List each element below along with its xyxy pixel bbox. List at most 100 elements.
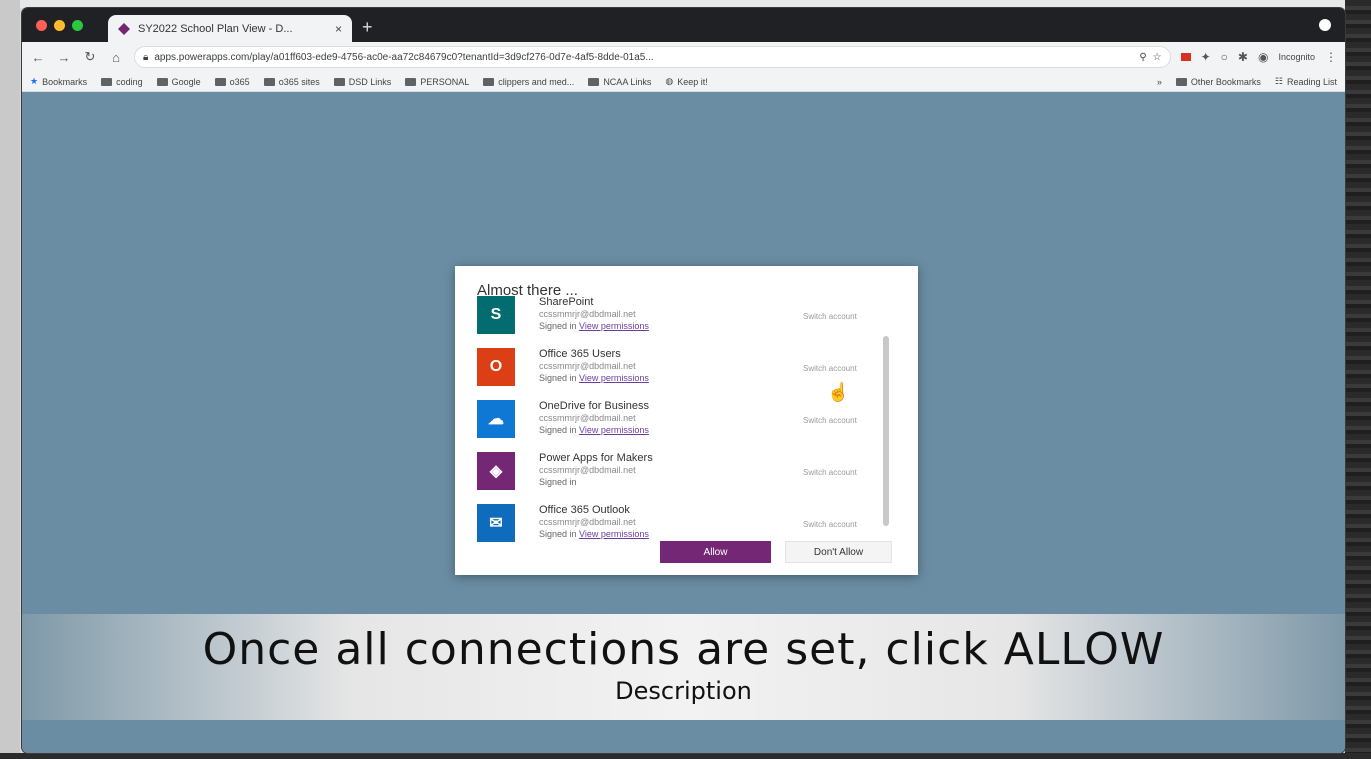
bookmark-item[interactable]: NCAA Links xyxy=(588,77,651,87)
bookmark-label: DSD Links xyxy=(348,76,392,87)
bookmark-item[interactable]: PERSONAL xyxy=(405,77,469,87)
bookmark-item[interactable]: o365 sites xyxy=(263,77,320,87)
connection-email: ccssmmrjr@dbdmail.net xyxy=(539,413,636,423)
extension-puzzle-icon[interactable]: ✦ xyxy=(1201,50,1211,64)
bookmark-item[interactable]: ◍ Keep it! xyxy=(665,76,707,87)
connection-status: Signed in View permissions xyxy=(539,372,769,384)
bookmarks-overflow-button[interactable]: » xyxy=(1157,77,1162,87)
switch-account-link[interactable]: Switch account xyxy=(803,416,857,425)
view-permissions-link[interactable]: View permissions xyxy=(579,529,649,539)
connection-info: Office 365 Users ccssmmrjr@dbdmail.net S… xyxy=(539,348,769,384)
switch-account-link[interactable]: Switch account xyxy=(803,520,857,529)
folder-icon xyxy=(263,77,275,86)
bookmark-label: Other Bookmarks xyxy=(1190,76,1261,87)
close-window-button[interactable] xyxy=(36,20,47,31)
connection-info: Power Apps for Makers ccssmmrjr@dbdmail.… xyxy=(539,452,769,488)
reading-list[interactable]: ☷ Reading List xyxy=(1275,76,1337,87)
connection-info: SharePoint ccssmmrjr@dbdmail.net Signed … xyxy=(539,296,769,332)
onedrive-icon: ☁ xyxy=(477,400,515,438)
background-left xyxy=(0,0,20,759)
caption-banner: Once all connections are set, click ALLO… xyxy=(22,614,1345,720)
new-tab-button[interactable]: + xyxy=(362,17,373,38)
tab-close-icon[interactable]: × xyxy=(335,22,342,36)
bookmark-label: NCAA Links xyxy=(603,76,652,87)
incognito-icon: ◉ xyxy=(1257,50,1269,64)
connection-info: OneDrive for Business ccssmmrjr@dbdmail.… xyxy=(539,400,769,436)
caption-title: Once all connections are set, click ALLO… xyxy=(202,624,1165,675)
extension-circle-icon[interactable]: ○ xyxy=(1221,50,1228,64)
menu-icon[interactable]: ⋮ xyxy=(1325,50,1337,64)
bookmark-label: Keep it! xyxy=(677,76,708,87)
bookmark-item[interactable]: coding xyxy=(101,77,143,87)
address-bar[interactable]: 🔒︎ apps.powerapps.com/play/a01ff603-ede9… xyxy=(134,46,1171,68)
star-icon: ★ xyxy=(30,76,39,86)
view-permissions-link[interactable]: View permissions xyxy=(579,425,649,435)
view-permissions-link[interactable]: View permissions xyxy=(579,373,649,383)
bookmark-item[interactable]: Google xyxy=(156,77,201,87)
extension-red-icon[interactable] xyxy=(1180,53,1191,61)
connection-email: ccssmmrjr@dbdmail.net xyxy=(539,517,636,527)
connection-name: Office 365 Users xyxy=(539,348,621,360)
bookmarks-bar: ★ Bookmarks coding Google o365 o365 sites… xyxy=(22,72,1345,92)
signed-in-label: Signed in xyxy=(539,529,577,539)
connection-status: Signed in xyxy=(539,476,769,488)
connection-item: ◈ Power Apps for Makers ccssmmrjr@dbdmai… xyxy=(477,452,877,504)
extensions-area: ✦ ○ ✱ ◉ Incognito ⋮ xyxy=(1180,50,1337,64)
connection-email: ccssmmrjr@dbdmail.net xyxy=(539,309,636,319)
back-icon[interactable]: ← xyxy=(30,50,46,65)
incognito-label: Incognito xyxy=(1278,52,1315,62)
dialog-title: Almost there ... xyxy=(477,282,578,299)
switch-account-link[interactable]: Switch account xyxy=(803,468,857,477)
tab-bar: SY2022 School Plan View - D... × + xyxy=(22,8,1345,42)
bookmark-item[interactable]: o365 xyxy=(214,76,250,87)
connection-item: S SharePoint ccssmmrjr@dbdmail.net Signe… xyxy=(477,296,877,348)
other-bookmarks[interactable]: Other Bookmarks xyxy=(1175,76,1261,87)
browser-tab[interactable]: SY2022 School Plan View - D... × xyxy=(108,15,352,42)
background-right xyxy=(1345,0,1371,759)
view-permissions-link[interactable]: View permissions xyxy=(579,321,649,331)
lock-icon: 🔒︎ xyxy=(143,51,149,63)
connection-status: Signed in View permissions xyxy=(539,424,769,436)
forward-icon[interactable]: → xyxy=(56,50,72,65)
pointer-cursor-icon: ☝ xyxy=(827,382,850,402)
reading-list-icon: ☷ xyxy=(1274,76,1283,86)
dont-allow-button[interactable]: Don't Allow xyxy=(785,541,892,563)
consent-dialog: S SharePoint ccssmmrjr@dbdmail.net Signe… xyxy=(455,266,918,575)
connection-status: Signed in View permissions xyxy=(539,320,769,332)
bookmark-label: Bookmarks xyxy=(42,76,88,87)
signed-in-label: Signed in xyxy=(539,373,577,383)
home-icon[interactable]: ⌂ xyxy=(108,50,124,65)
browser-window: SY2022 School Plan View - D... × + ← → ↻… xyxy=(22,8,1345,753)
extension-pin-icon[interactable]: ✱ xyxy=(1238,50,1248,64)
minimize-window-button[interactable] xyxy=(54,20,65,31)
background-bottom xyxy=(0,753,1371,759)
zoom-icon[interactable]: ⚲ xyxy=(1139,52,1146,63)
reload-icon[interactable]: ↻ xyxy=(82,49,98,65)
allow-button[interactable]: Allow xyxy=(660,541,771,563)
url-text: apps.powerapps.com/play/a01ff603-ede9-47… xyxy=(154,51,654,63)
folder-icon xyxy=(101,77,113,86)
switch-account-link[interactable]: Switch account xyxy=(803,312,857,321)
office365-icon: O xyxy=(477,348,515,386)
switch-account-link[interactable]: Switch account xyxy=(803,364,857,373)
connection-status: Signed in View permissions xyxy=(539,528,769,540)
powerapps-icon: ◈ xyxy=(477,452,515,490)
bookmark-label: Reading List xyxy=(1286,76,1337,87)
bookmark-label: o365 xyxy=(229,76,250,87)
signed-in-label: Signed in xyxy=(539,321,577,331)
bookmark-label: coding xyxy=(116,76,143,87)
bookmark-item[interactable]: ★ Bookmarks xyxy=(30,76,87,87)
bookmark-item[interactable]: clippers and med... xyxy=(483,77,574,87)
sharepoint-icon: S xyxy=(477,296,515,334)
dialog-scrollbar[interactable] xyxy=(883,336,889,526)
background-top xyxy=(0,0,1371,8)
caption-subtitle: Description xyxy=(615,677,752,705)
signed-in-label: Signed in xyxy=(539,477,577,487)
tab-title: SY2022 School Plan View - D... xyxy=(138,22,293,35)
maximize-window-button[interactable] xyxy=(72,20,83,31)
signed-in-label: Signed in xyxy=(539,425,577,435)
bookmark-label: clippers and med... xyxy=(498,76,575,87)
star-icon[interactable]: ☆ xyxy=(1153,52,1162,63)
profile-icon[interactable] xyxy=(1319,19,1331,31)
bookmark-item[interactable]: DSD Links xyxy=(333,76,392,87)
